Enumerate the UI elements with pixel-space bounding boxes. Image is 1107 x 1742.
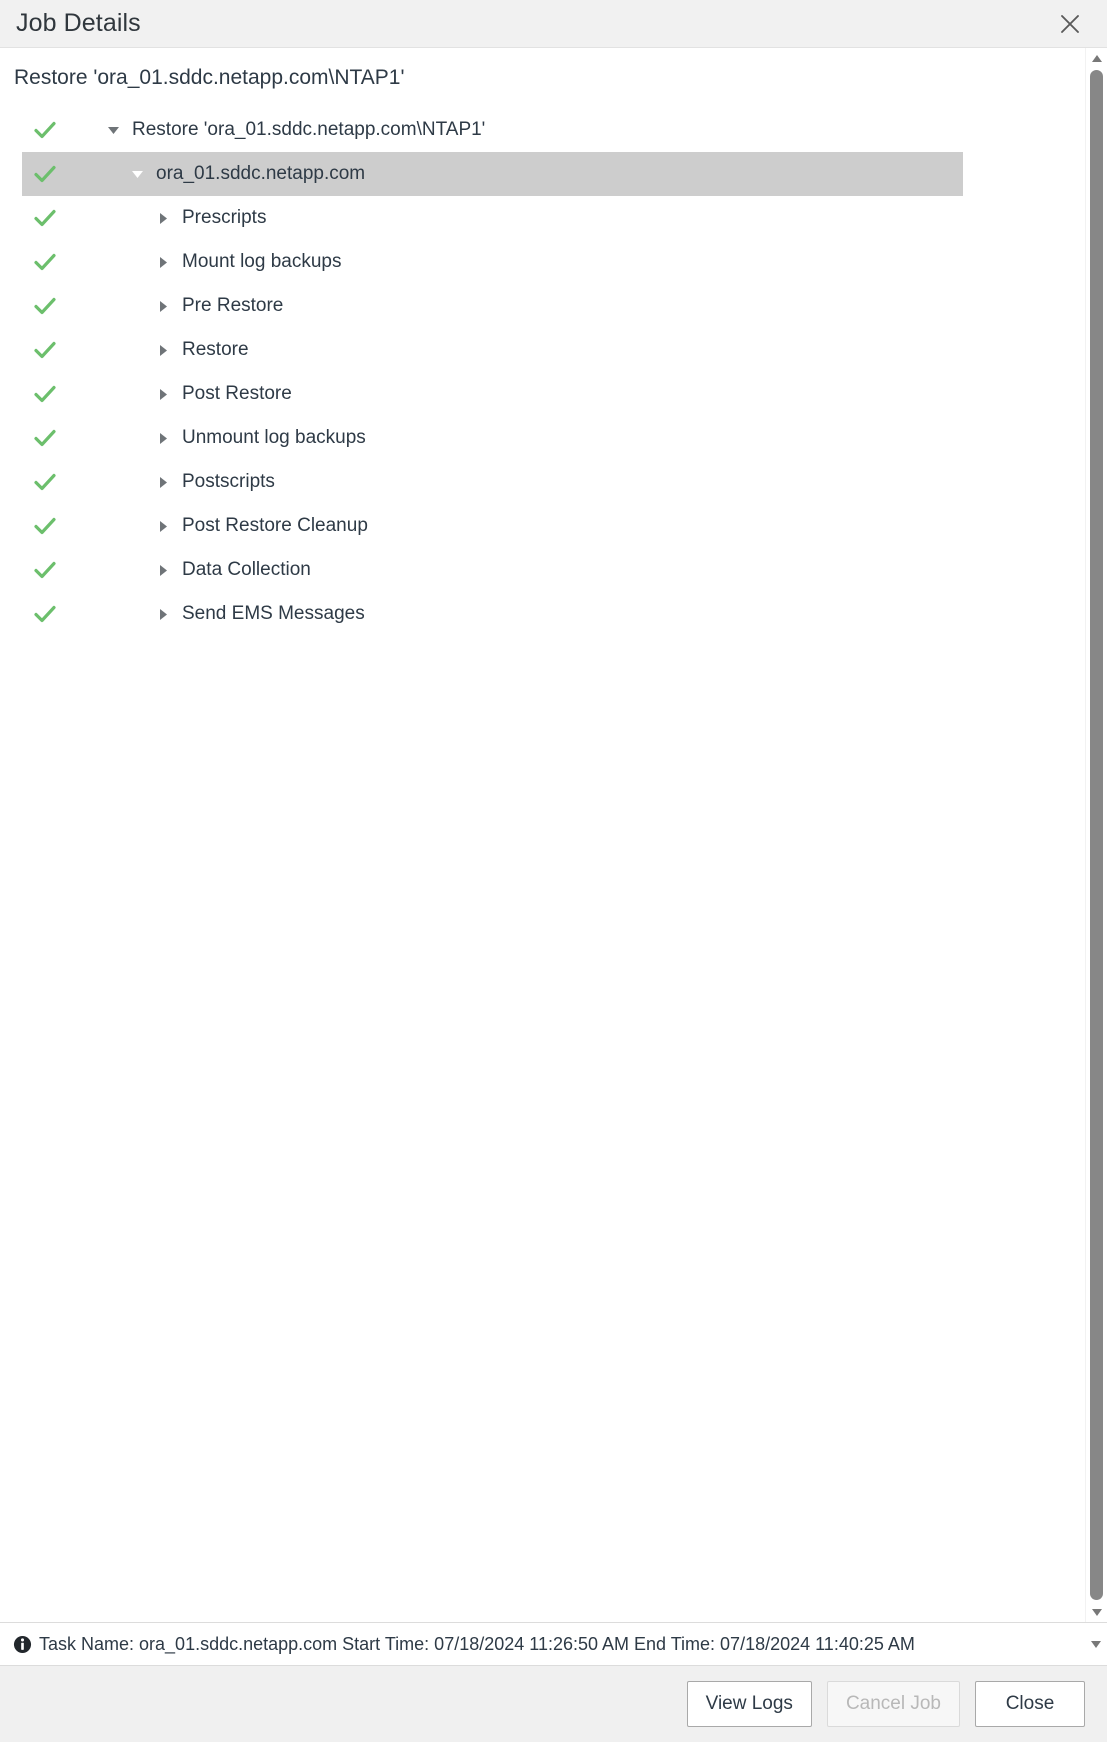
chevron-right-icon[interactable] [150,520,176,533]
success-check-icon [34,297,56,315]
close-icon[interactable] [1055,9,1085,39]
tree-node-label: Restore [182,339,249,360]
success-check-icon [34,165,56,183]
chevron-right-icon[interactable] [150,344,176,357]
chevron-right-icon[interactable] [150,212,176,225]
close-button[interactable]: Close [975,1681,1085,1727]
dialog-footer: View Logs Cancel Job Close [0,1666,1107,1742]
chevron-right-icon[interactable] [150,608,176,621]
success-check-icon [34,341,56,359]
content-scrollbar[interactable] [1085,48,1107,1622]
task-status-cell [22,604,68,624]
scrollbar-thumb[interactable] [1090,70,1103,1600]
task-status-cell [22,120,68,140]
chevron-right-icon[interactable] [150,300,176,313]
view-logs-button[interactable]: View Logs [686,1681,812,1727]
task-status-cell [22,384,68,404]
tree-node-label: Prescripts [182,207,267,228]
tree-row[interactable]: Prescripts [22,196,963,240]
tree-node-label: ora_01.sddc.netapp.com [156,163,366,184]
tree-node-label: Send EMS Messages [182,603,365,624]
tree-node-label: Post Restore Cleanup [182,515,368,536]
success-check-icon [34,473,56,491]
chevron-down-icon[interactable] [124,169,150,179]
tree-row[interactable]: Restore 'ora_01.sddc.netapp.com\NTAP1' [22,108,963,152]
tree-row[interactable]: Restore [22,328,963,372]
task-status-cell [22,296,68,316]
tree-row[interactable]: Post Restore [22,372,963,416]
task-status-cell [22,516,68,536]
job-task-tree: Restore 'ora_01.sddc.netapp.com\NTAP1'or… [0,102,1085,636]
dialog-body: Restore 'ora_01.sddc.netapp.com\NTAP1' R… [0,48,1107,1622]
tree-node-label: Pre Restore [182,295,284,316]
status-scroll-down-arrow-icon[interactable] [1085,1634,1107,1654]
success-check-icon [34,605,56,623]
task-status-cell [22,164,68,184]
success-check-icon [34,209,56,227]
tree-node-label: Post Restore [182,383,292,404]
scroll-down-arrow-icon[interactable] [1086,1602,1107,1622]
tree-row[interactable]: Data Collection [22,548,963,592]
tree-node-label: Mount log backups [182,251,342,272]
job-details-dialog: Job Details Restore 'ora_01.sddc.netapp.… [0,0,1107,1742]
tree-node-label: Restore 'ora_01.sddc.netapp.com\NTAP1' [132,119,486,140]
cancel-job-button: Cancel Job [826,1681,960,1727]
scrollbar-track[interactable] [1086,68,1107,1602]
tree-row[interactable]: Mount log backups [22,240,963,284]
tree-row[interactable]: Pre Restore [22,284,963,328]
task-status-cell [22,560,68,580]
success-check-icon [34,517,56,535]
tree-row[interactable]: Post Restore Cleanup [22,504,963,548]
chevron-right-icon[interactable] [150,256,176,269]
dialog-titlebar: Job Details [0,0,1107,48]
chevron-right-icon[interactable] [150,432,176,445]
tree-node-label: Data Collection [182,559,311,580]
success-check-icon [34,429,56,447]
job-content: Restore 'ora_01.sddc.netapp.com\NTAP1' R… [0,48,1085,1622]
success-check-icon [34,385,56,403]
chevron-right-icon[interactable] [150,476,176,489]
tree-node-label: Postscripts [182,471,275,492]
status-bar-text: Task Name: ora_01.sddc.netapp.com Start … [39,1633,915,1654]
scroll-up-arrow-icon[interactable] [1086,48,1107,68]
tree-node-label: Unmount log backups [182,427,366,448]
tree-row[interactable]: Postscripts [22,460,963,504]
task-status-cell [22,340,68,360]
job-heading: Restore 'ora_01.sddc.netapp.com\NTAP1' [14,66,405,89]
status-scrollbar[interactable] [1085,1623,1107,1665]
success-check-icon [34,121,56,139]
task-status-cell [22,208,68,228]
tree-row[interactable]: Unmount log backups [22,416,963,460]
chevron-down-icon[interactable] [100,125,126,135]
task-status-cell [22,472,68,492]
status-bar: Task Name: ora_01.sddc.netapp.com Start … [0,1622,1107,1666]
chevron-right-icon[interactable] [150,564,176,577]
success-check-icon [34,561,56,579]
tree-row[interactable]: ora_01.sddc.netapp.com [22,152,963,196]
task-status-cell [22,252,68,272]
success-check-icon [34,253,56,271]
info-icon [13,1635,32,1653]
task-status-cell [22,428,68,448]
dialog-title: Job Details [16,9,141,37]
tree-row[interactable]: Send EMS Messages [22,592,963,636]
chevron-right-icon[interactable] [150,388,176,401]
